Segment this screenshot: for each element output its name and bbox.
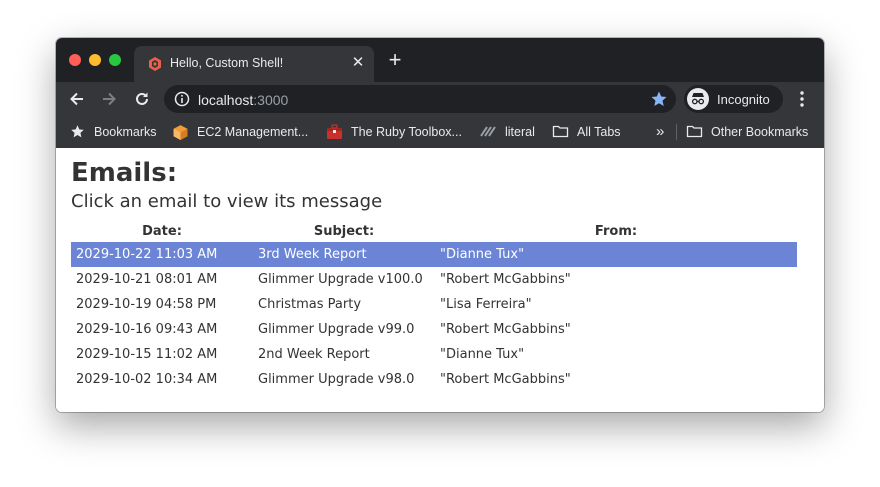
bookmark-label: Other Bookmarks: [711, 125, 809, 139]
url-port: :3000: [253, 92, 289, 108]
toolbar: localhost:3000 Incognito: [56, 82, 824, 116]
tab-strip: Hello, Custom Shell! ✕ +: [56, 38, 824, 82]
overflow-chevron-icon: »: [656, 123, 665, 140]
email-date: 2029-10-02 10:34 AM: [76, 372, 218, 387]
more-menu-icon[interactable]: [794, 90, 810, 108]
column-header-subject: Subject:: [313, 223, 375, 239]
email-subject: 2nd Week Report: [258, 347, 370, 362]
url-text[interactable]: localhost:3000: [198, 92, 288, 108]
email-list: 2029-10-22 11:03 AM 3rd Week Report "Diann…: [71, 242, 797, 392]
aws-cube-icon: [173, 125, 188, 140]
email-row[interactable]: 2029-10-19 04:58 PM Christmas Party "Lisa …: [71, 292, 797, 317]
star-icon: [71, 125, 84, 138]
literal-icon: [480, 126, 496, 137]
email-from: "Robert McGabbins": [440, 372, 571, 387]
reload-icon[interactable]: [133, 90, 151, 108]
bookmarks-overflow-button[interactable]: »: [656, 122, 670, 142]
app-favicon-icon: [149, 57, 161, 71]
incognito-icon: [687, 88, 709, 110]
minimize-window-button[interactable]: [89, 54, 101, 66]
new-tab-button[interactable]: +: [386, 49, 404, 71]
close-window-button[interactable]: [69, 54, 81, 66]
bookmark-label: Bookmarks: [94, 125, 157, 139]
bookmark-label: literal: [505, 125, 535, 139]
email-row[interactable]: 2029-10-15 11:02 AM 2nd Week Report "Diann…: [71, 342, 797, 367]
email-row[interactable]: 2029-10-16 09:43 AM Glimmer Upgrade v99.0…: [71, 317, 797, 342]
folder-icon: [686, 125, 703, 138]
email-from: "Robert McGabbins": [440, 322, 571, 337]
bookmark-star-icon[interactable]: [650, 90, 668, 108]
zoom-window-button[interactable]: [109, 54, 121, 66]
bookmark-literal[interactable]: literal: [480, 122, 542, 142]
bookmark-ruby-toolbox[interactable]: The Ruby Toolbox...: [326, 122, 466, 142]
email-subject: Glimmer Upgrade v99.0: [258, 322, 415, 337]
bookmark-label: All Tabs: [577, 125, 621, 139]
email-from: "Dianne Tux": [440, 347, 525, 362]
email-date: 2029-10-22 11:03 AM: [71, 242, 253, 267]
column-header-from: From:: [594, 223, 638, 239]
email-from: "Lisa Ferreira": [440, 297, 532, 312]
folder-icon: [552, 125, 569, 138]
email-subject: Glimmer Upgrade v98.0: [258, 372, 415, 387]
email-subject: Glimmer Upgrade v100.0: [258, 272, 423, 287]
bookmark-all-tabs[interactable]: All Tabs: [552, 122, 626, 142]
column-header-date: Date:: [142, 223, 182, 239]
email-subject: 3rd Week Report: [253, 242, 435, 267]
email-date: 2029-10-19 04:58 PM: [76, 297, 217, 312]
email-row[interactable]: 2029-10-02 10:34 AM Glimmer Upgrade v98.0…: [71, 367, 797, 392]
bookmark-label: The Ruby Toolbox...: [351, 125, 462, 139]
browser-window: Hello, Custom Shell! ✕ + localhost:3000: [56, 38, 824, 412]
bookmark-other-bookmarks[interactable]: Other Bookmarks: [686, 122, 816, 142]
bookmarks-divider: [676, 124, 677, 140]
forward-arrow-icon[interactable]: [100, 90, 118, 108]
page-content: Emails: Click an email to view its messa…: [56, 148, 824, 412]
tab-active[interactable]: Hello, Custom Shell! ✕: [134, 46, 374, 82]
bookmarks-bar: Bookmarks EC2 Management... The Ruby Too…: [56, 116, 824, 148]
tab-close-icon[interactable]: ✕: [350, 55, 366, 71]
back-arrow-icon[interactable]: [68, 90, 86, 108]
email-row-selected[interactable]: 2029-10-22 11:03 AM 3rd Week Report "Diann…: [71, 242, 797, 267]
email-date: 2029-10-16 09:43 AM: [76, 322, 218, 337]
incognito-label: Incognito: [717, 92, 770, 107]
page-subtitle: Click an email to view its message: [71, 191, 383, 212]
bookmark-ec2[interactable]: EC2 Management...: [172, 122, 312, 142]
email-from: "Dianne Tux": [435, 242, 797, 267]
ruby-toolbox-icon: [327, 124, 342, 139]
tab-title: Hello, Custom Shell!: [170, 56, 284, 70]
incognito-button[interactable]: Incognito: [684, 85, 783, 113]
email-row[interactable]: 2029-10-21 08:01 AM Glimmer Upgrade v100.…: [71, 267, 797, 292]
email-date: 2029-10-21 08:01 AM: [76, 272, 218, 287]
bookmark-label: EC2 Management...: [197, 125, 309, 139]
address-bar[interactable]: localhost:3000: [164, 85, 676, 113]
email-from: "Robert McGabbins": [440, 272, 571, 287]
email-subject: Christmas Party: [258, 297, 362, 312]
email-table: Date: Subject: From: 2029-10-22 11:03 AM…: [71, 220, 797, 392]
bookmark-bookmarks[interactable]: Bookmarks: [70, 122, 160, 142]
email-date: 2029-10-15 11:02 AM: [76, 347, 218, 362]
page-title: Emails:: [71, 158, 178, 188]
url-host: localhost: [198, 92, 254, 108]
site-info-icon[interactable]: [174, 91, 190, 107]
